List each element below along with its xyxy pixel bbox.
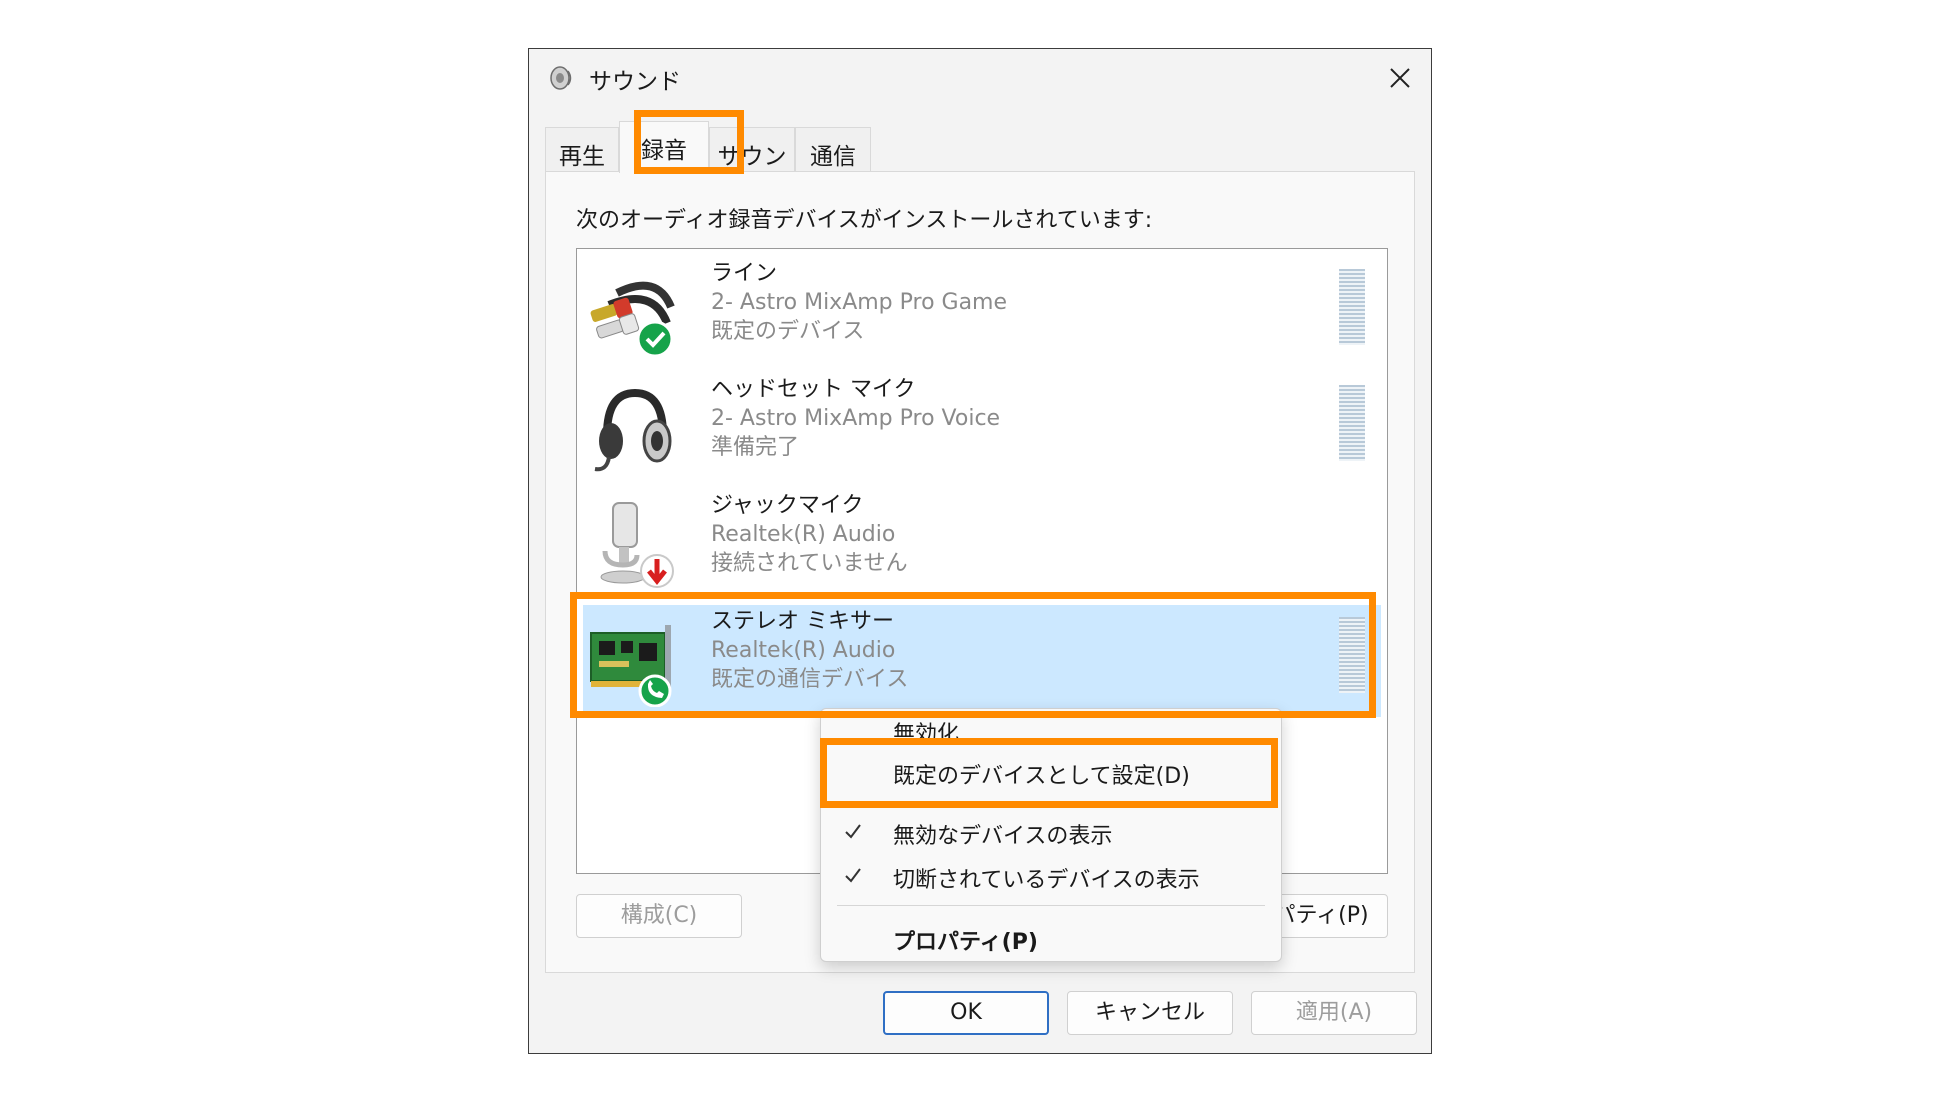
level-meter [1339, 617, 1365, 693]
device-name: ヘッドセット マイク [711, 377, 916, 402]
device-status: 準備完了 [711, 435, 800, 460]
device-driver: Realtek(R) Audio [711, 638, 896, 663]
rca-cable-icon [590, 281, 675, 358]
sound-card-icon [590, 625, 672, 707]
tab-communications[interactable]: 通信 [795, 127, 871, 173]
device-name: ジャックマイク [711, 493, 864, 518]
device-driver: Realtek(R) Audio [711, 522, 896, 547]
checkmark-icon [845, 824, 861, 839]
speaker-icon [550, 66, 572, 90]
menu-separator [837, 905, 1265, 906]
tab-playback[interactable]: 再生 [545, 127, 619, 173]
close-button[interactable] [1369, 49, 1431, 107]
level-meter [1339, 269, 1365, 345]
device-status: 既定のデバイス [711, 319, 865, 344]
device-item-line[interactable]: ライン 2- Astro MixAmp Pro Game 既定のデバイス [583, 257, 1381, 369]
device-status: 既定の通信デバイス [711, 667, 909, 692]
default-check-badge [636, 320, 674, 358]
menu-item-show-disabled[interactable]: 無効なデバイスの表示 [821, 811, 1281, 853]
configure-button[interactable]: 構成(C) [576, 894, 742, 938]
tab-sounds[interactable]: サウンド [709, 127, 795, 204]
window-title: サウンド [589, 69, 681, 95]
title-bar: サウンド [529, 49, 1431, 107]
device-name: ステレオ ミキサー [711, 609, 894, 634]
device-name: ライン [711, 261, 778, 286]
level-meter [1339, 385, 1365, 461]
tab-recording[interactable]: 録音 [619, 121, 709, 173]
device-item-jack-mic[interactable]: ジャックマイク Realtek(R) Audio 接続されていません [583, 489, 1381, 601]
device-driver: 2- Astro MixAmp Pro Game [711, 290, 1008, 315]
device-driver: 2- Astro MixAmp Pro Voice [711, 406, 1001, 431]
disconnected-arrow-badge [640, 554, 674, 588]
phone-badge [638, 674, 672, 707]
microphone-icon [600, 502, 674, 588]
context-menu: 無効化 既定のデバイスとして設定(D) 無効なデバイスの表示 切断されているデバ… [820, 708, 1282, 962]
instruction-text: 次のオーディオ録音デバイスがインストールされています: [576, 208, 1153, 233]
apply-button[interactable]: 適用(A) [1251, 991, 1417, 1035]
menu-item-set-default[interactable]: 既定のデバイスとして設定(D) [821, 751, 1281, 793]
menu-item-disable[interactable]: 無効化 [821, 709, 1281, 751]
device-item-stereo-mixer[interactable]: ステレオ ミキサー Realtek(R) Audio 既定の通信デバイス [583, 605, 1381, 717]
checkmark-icon [845, 868, 861, 883]
device-status: 接続されていません [711, 551, 908, 576]
menu-item-show-disconnected[interactable]: 切断されているデバイスの表示 [821, 855, 1281, 897]
close-icon [1390, 68, 1410, 88]
cancel-button[interactable]: キャンセル [1067, 991, 1233, 1035]
headset-icon [594, 388, 672, 472]
ok-button[interactable]: OK [883, 991, 1049, 1035]
device-item-headset-mic[interactable]: ヘッドセット マイク 2- Astro MixAmp Pro Voice 準備完… [583, 373, 1381, 485]
menu-item-properties[interactable]: プロパティ(P) [821, 917, 1281, 959]
